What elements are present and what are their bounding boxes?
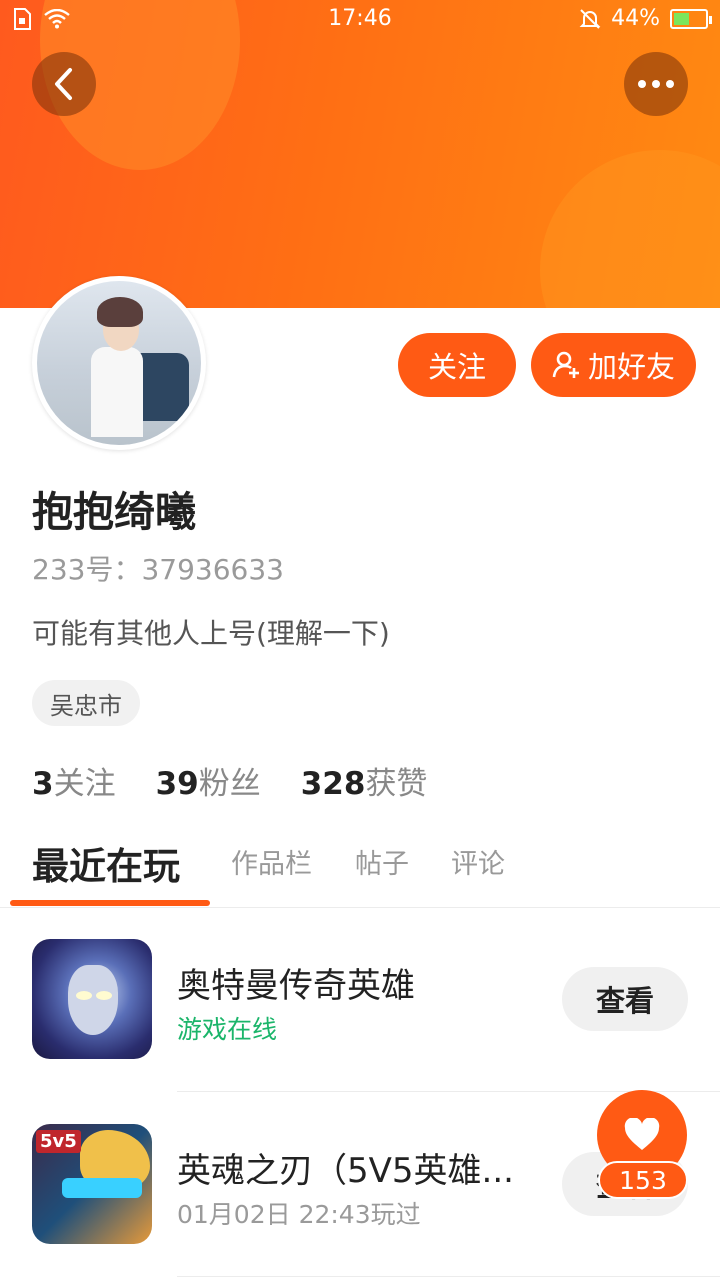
stat-label: 粉丝 <box>198 766 261 802</box>
stat-value: 39 <box>155 766 199 802</box>
stat-label: 关注 <box>53 766 116 802</box>
profile-name: 抱抱绮曦 <box>32 488 196 536</box>
more-dots-icon <box>638 80 674 88</box>
follow-button[interactable]: 关注 <box>398 333 516 397</box>
stat-label: 获赞 <box>365 766 428 802</box>
stat-likes[interactable]: 328获赞 <box>301 758 428 803</box>
heart-icon <box>624 1118 660 1150</box>
stat-value: 328 <box>300 766 366 802</box>
game-icon <box>32 939 152 1059</box>
stat-following[interactable]: 3关注 <box>32 758 116 803</box>
mute-bell-icon <box>579 8 601 29</box>
active-tab-indicator <box>10 900 210 906</box>
stat-value: 3 <box>32 766 54 802</box>
like-count: 153 <box>598 1161 688 1199</box>
battery-percent: 44% <box>611 6 660 31</box>
profile-bio: 可能有其他人上号(理解一下) <box>32 617 390 650</box>
game-status: 游戏在线 <box>177 1015 278 1044</box>
chevron-left-icon <box>55 68 72 100</box>
add-user-icon <box>552 351 579 378</box>
game-title: 英魂之刃（5V5英雄... <box>177 1151 514 1191</box>
location-tag: 吴忠市 <box>32 680 140 726</box>
game-last-played: 01月02日 22:43玩过 <box>177 1200 421 1229</box>
tab-recent-played[interactable]: 最近在玩 <box>32 836 180 890</box>
tab-works[interactable]: 作品栏 <box>231 842 312 881</box>
tab-comments[interactable]: 评论 <box>451 842 505 881</box>
game-list-item[interactable]: 奥特曼传奇英雄 游戏在线 查看 <box>0 908 720 1094</box>
add-friend-label: 加好友 <box>587 350 675 384</box>
profile-tabs: 最近在玩 作品栏 帖子 评论 <box>0 830 720 908</box>
divider <box>177 1276 720 1277</box>
profile-banner <box>0 0 720 308</box>
battery-icon <box>670 8 712 29</box>
stat-followers[interactable]: 39粉丝 <box>156 758 261 803</box>
back-button[interactable] <box>32 52 96 116</box>
more-button[interactable] <box>624 52 688 116</box>
avatar[interactable] <box>32 276 206 450</box>
tab-posts[interactable]: 帖子 <box>355 842 409 881</box>
status-bar: 17:46 44% <box>0 0 720 40</box>
profile-uid: 233号：37936633 <box>32 553 284 586</box>
view-game-button[interactable]: 查看 <box>562 967 688 1031</box>
add-friend-button[interactable]: 加好友 <box>531 333 696 397</box>
profile-stats: 3关注 39粉丝 328获赞 <box>32 758 427 803</box>
banner-decoration <box>540 150 720 308</box>
game-title: 奥特曼传奇英雄 <box>177 966 415 1006</box>
game-icon: 5v5 <box>32 1124 152 1244</box>
